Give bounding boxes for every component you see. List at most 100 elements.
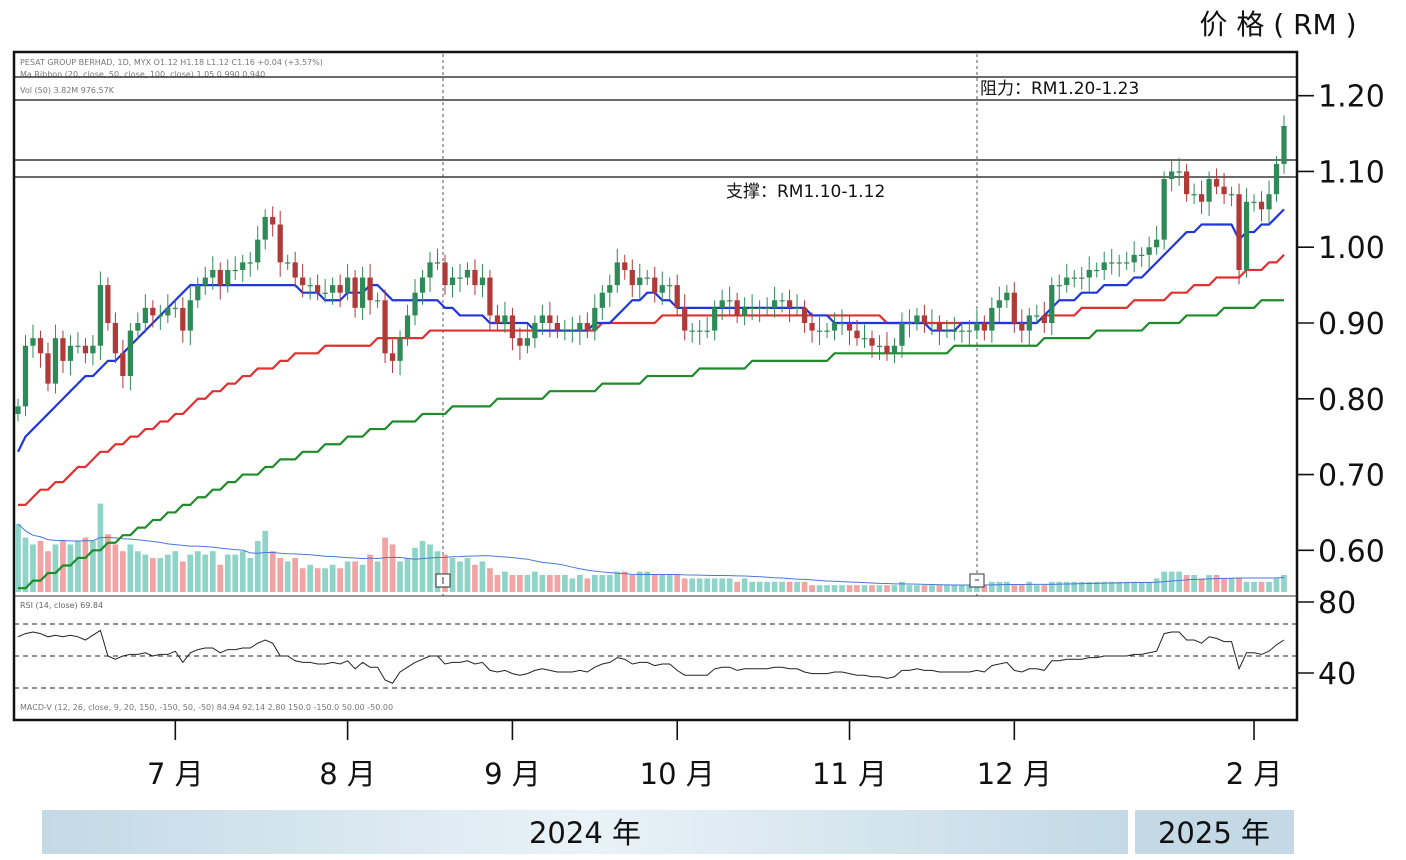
volume-bar [344, 561, 351, 592]
candle-body [577, 323, 583, 331]
volume-bar [262, 530, 269, 592]
candle-body [854, 330, 860, 339]
volume-bar [464, 558, 471, 592]
volume-bar [1221, 578, 1227, 592]
volume-bar [187, 554, 194, 592]
candle-body [929, 323, 935, 325]
volume-bar [1146, 581, 1153, 592]
volume-bar [307, 564, 314, 592]
candle-body [816, 330, 823, 332]
candle-body [1019, 323, 1025, 331]
volume-bar [988, 581, 995, 592]
candle-body [869, 338, 875, 346]
volume-bar [659, 575, 666, 592]
candle-body [1236, 194, 1242, 270]
month-label: 12 月 [977, 757, 1052, 791]
volume-bar [591, 575, 598, 592]
candle-body [764, 307, 770, 310]
month-label: 8 月 [319, 757, 376, 791]
volume-bar [120, 551, 126, 592]
earnings-flag-icon[interactable] [969, 573, 985, 588]
volume-bar [749, 581, 755, 592]
candle-body [330, 285, 336, 293]
volume-bar [876, 585, 883, 592]
candle-body [135, 323, 141, 331]
candle-body [262, 216, 268, 240]
support-label: 支撑：RM1.10-1.12 [726, 182, 885, 202]
volume-bar [936, 585, 943, 592]
volume-bar [651, 575, 658, 592]
volume-bar [37, 541, 44, 592]
price-tick-label: 0.80 [1318, 383, 1385, 418]
candle-body [749, 307, 755, 310]
candle-body [742, 307, 748, 316]
candle-body [614, 262, 620, 286]
candle-body [539, 315, 546, 323]
volume-bar [681, 578, 688, 592]
candle-body [1258, 201, 1265, 210]
volume-bar [494, 575, 501, 592]
candle-body [1056, 285, 1062, 287]
candle-body [996, 300, 1002, 308]
candle-body [30, 338, 36, 346]
candle-body [120, 353, 126, 377]
volume-bar [45, 551, 51, 592]
candle-body [824, 330, 830, 332]
candle-body [487, 277, 493, 316]
candle-body [801, 307, 808, 323]
volume-bar [509, 575, 516, 592]
volume-bar [247, 558, 254, 592]
volume-bar [314, 568, 321, 592]
volume-bar [1033, 585, 1040, 592]
volume-bar [172, 551, 179, 592]
candle-body [786, 300, 793, 308]
candle-body [1213, 179, 1220, 187]
year-label-2025: 2025 年 [1158, 816, 1270, 850]
volume-bar [906, 585, 913, 592]
volume-bar [75, 541, 81, 592]
volume-bar [771, 581, 778, 592]
candle-body [389, 353, 396, 361]
candle-body [315, 285, 321, 293]
candle-body [1228, 194, 1235, 196]
dividend-flag-icon[interactable] [435, 573, 451, 588]
volume-bar [1236, 578, 1242, 592]
volume-bar [801, 581, 808, 592]
volume-bar [1131, 581, 1138, 592]
candle-body [52, 338, 59, 384]
candle-body [210, 269, 216, 278]
candle-body [142, 307, 148, 323]
candle-body [1064, 277, 1070, 286]
candle-body [1154, 239, 1160, 248]
candle-body [936, 323, 943, 331]
candle-body [712, 307, 718, 331]
candle-body [861, 338, 868, 340]
volume-bar [232, 554, 239, 592]
candle-body [846, 323, 853, 331]
candle-body [891, 345, 898, 354]
volume-bar [269, 551, 276, 592]
candle-body [839, 323, 845, 325]
volume-bar [359, 564, 366, 592]
candle-body [1251, 201, 1257, 203]
candle-body [1176, 171, 1182, 173]
candle-body [719, 300, 725, 308]
candle-body [457, 277, 463, 279]
volume-bar [756, 581, 763, 592]
year-label-2024: 2024 年 [529, 816, 641, 850]
candle-body [165, 307, 171, 316]
volume-bar [824, 585, 830, 592]
candle-body [232, 269, 238, 272]
volume-bar [696, 578, 703, 592]
volume-bar [239, 551, 246, 592]
price-tick-label: 1.10 [1318, 155, 1385, 190]
volume-bar [562, 575, 568, 592]
volume-bar [831, 585, 838, 592]
candle-body [644, 277, 650, 279]
candle-body [532, 323, 538, 339]
volume-bar [1176, 571, 1182, 592]
volume-bar [1198, 578, 1205, 592]
header-info: PESAT GROUP BERHAD, 1D, MYX O1.12 H1.18 … [20, 58, 323, 67]
candle-body [300, 277, 306, 286]
candle-body [97, 285, 104, 346]
